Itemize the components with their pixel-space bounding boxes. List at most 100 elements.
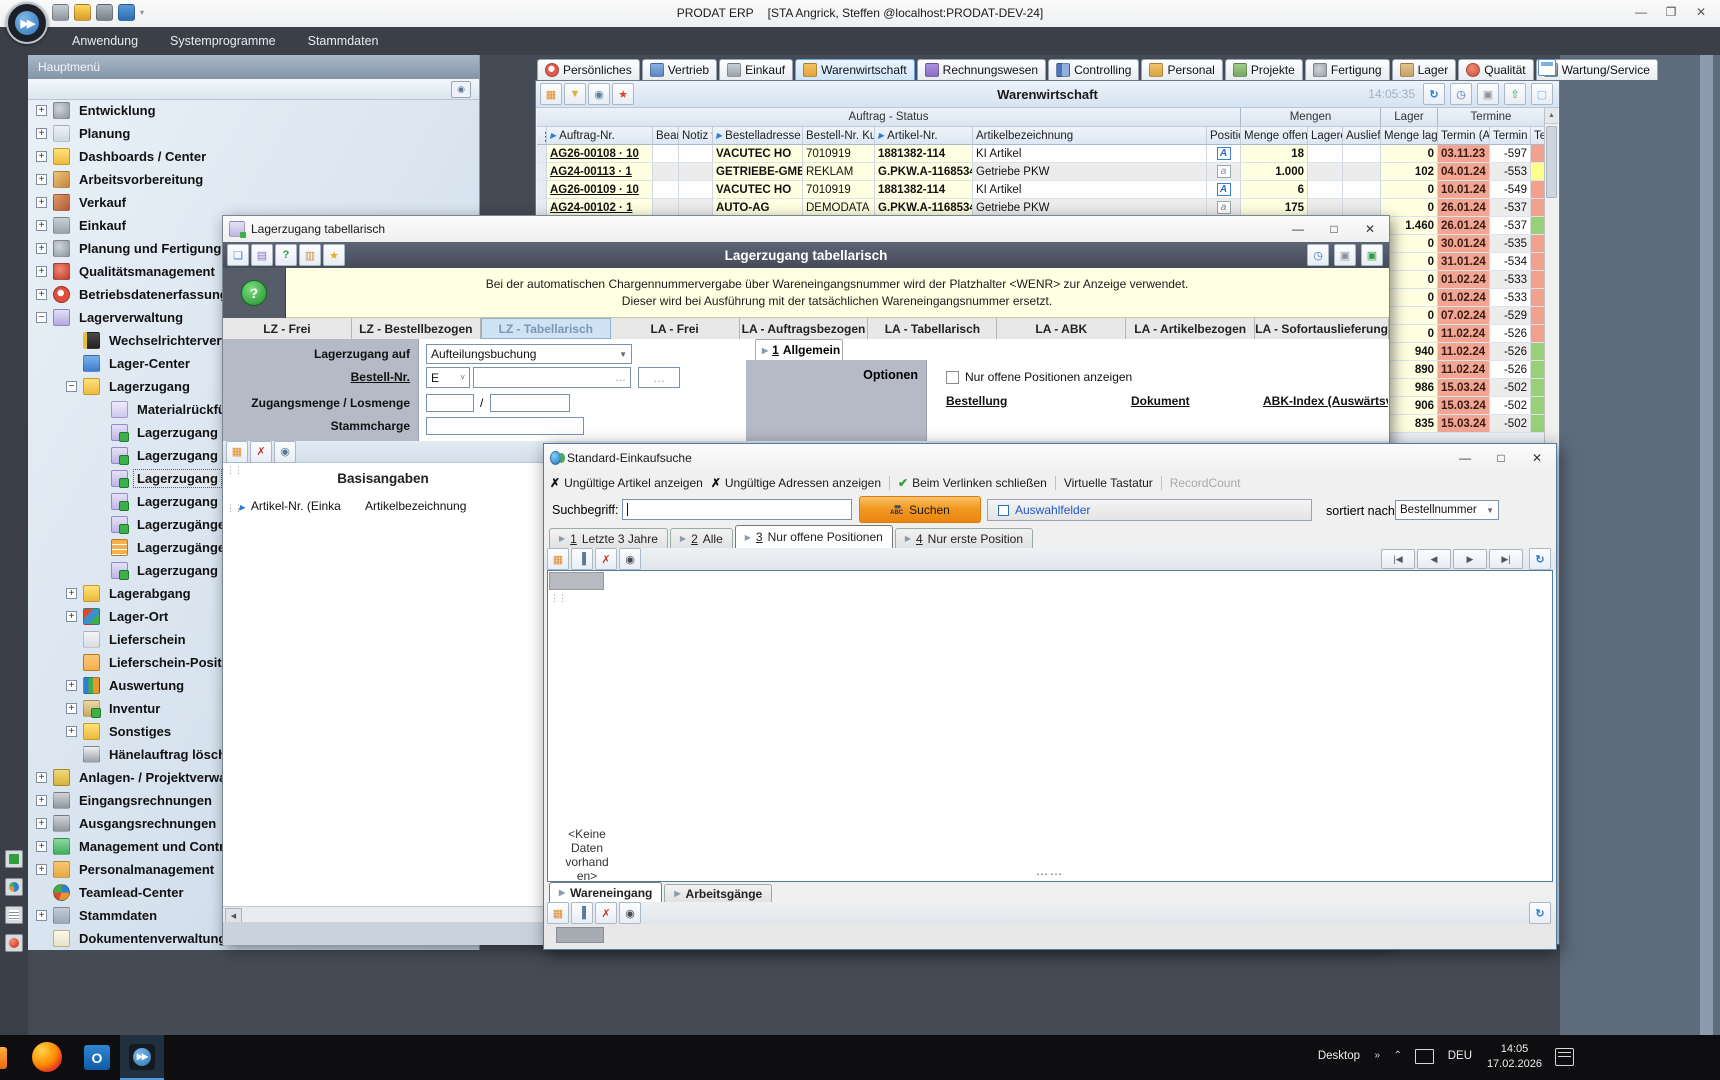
- eye-icon[interactable]: ◉: [274, 441, 296, 463]
- detail-tab[interactable]: ▶ Wareneingang: [549, 882, 662, 902]
- col-auslief[interactable]: Auslief: [1343, 127, 1381, 145]
- cell-bestelladresse[interactable]: VACUTEC HO: [713, 181, 803, 199]
- col-termin[interactable]: Termin: [1490, 127, 1531, 145]
- first-record-button[interactable]: |◀: [1381, 549, 1415, 569]
- module-tab[interactable]: Lager: [1392, 59, 1457, 80]
- window-icon[interactable]: ▢: [1531, 83, 1553, 105]
- tree-expander[interactable]: [66, 680, 77, 691]
- cell-artikel-nr[interactable]: 1881382-114: [875, 181, 973, 199]
- sort-combobox[interactable]: Bestellnummer▼: [1395, 500, 1499, 520]
- col-menge-offen[interactable]: Menge offen: [1241, 127, 1308, 145]
- cell-artikel-nr[interactable]: 1881382-114: [875, 145, 973, 163]
- zugangsmenge-input[interactable]: [426, 394, 474, 412]
- auswahlfelder-button[interactable]: Auswahlfelder: [987, 499, 1312, 521]
- menu-item[interactable]: Systemprogramme: [156, 30, 290, 52]
- tree-expander[interactable]: [36, 174, 47, 185]
- question-icon[interactable]: ?: [241, 280, 267, 306]
- checkbox[interactable]: [946, 371, 959, 384]
- tree-item[interactable]: Entwicklung: [28, 99, 479, 122]
- col-bestelladresse[interactable]: ▶Bestelladresse: [713, 127, 803, 145]
- module-tab[interactable]: Controlling: [1048, 59, 1139, 80]
- grid-icon[interactable]: ▦: [547, 548, 569, 570]
- binoculars-icon[interactable]: ◉: [619, 548, 641, 570]
- grid-icon[interactable]: ▦: [226, 441, 248, 463]
- notification-center-icon[interactable]: [1555, 1048, 1574, 1066]
- booking-mode-tab[interactable]: LA - Artikelbezogen: [1126, 318, 1255, 339]
- next-record-button[interactable]: ▶: [1453, 549, 1487, 569]
- clock-icon[interactable]: ◷: [1450, 83, 1472, 105]
- booking-mode-tab[interactable]: LA - Frei: [611, 318, 740, 339]
- maximize-button[interactable]: ❐: [1656, 0, 1686, 24]
- toggle-close-on-link[interactable]: ✔Beim Verlinken schließen: [898, 476, 1047, 490]
- bestell-nr-input[interactable]: …: [473, 367, 631, 388]
- refresh-icon[interactable]: ↻: [1529, 902, 1551, 924]
- label-bestell-nr[interactable]: Bestell-Nr.: [351, 370, 410, 384]
- scroll-up-icon[interactable]: ▲: [1545, 108, 1558, 124]
- col-artikelbezeichnung[interactable]: Artikelbezeichnung: [973, 127, 1207, 145]
- module-tab[interactable]: Qualität: [1458, 59, 1533, 80]
- position-type-icon[interactable]: [1217, 147, 1231, 160]
- tree-expander[interactable]: [66, 726, 77, 737]
- favorite-star-icon[interactable]: ★: [612, 83, 634, 105]
- booking-mode-tab[interactable]: LZ - Tabellarisch: [481, 318, 611, 339]
- dock-chart-button[interactable]: [5, 878, 23, 896]
- filter-icon[interactable]: ▼: [564, 83, 586, 105]
- clock-tray[interactable]: 14:05 17.02.2026: [1487, 1042, 1542, 1072]
- booking-mode-tab[interactable]: LZ - Bestellbezogen: [352, 318, 481, 339]
- binoculars-icon[interactable]: ◉: [619, 902, 641, 924]
- eye-icon[interactable]: ◉: [588, 83, 610, 105]
- tree-expander[interactable]: [36, 243, 47, 254]
- bestell-nr-lookup[interactable]: …: [638, 367, 680, 388]
- tree-expander[interactable]: [66, 588, 77, 599]
- minimize-button[interactable]: —: [1626, 0, 1656, 24]
- maximize-button[interactable]: □: [1321, 222, 1347, 236]
- dock-record-button[interactable]: [5, 934, 23, 952]
- cell-bestelladresse[interactable]: GETRIEBE-GMBH: [713, 163, 803, 181]
- tree-item[interactable]: Verkauf: [28, 191, 479, 214]
- col-artikel-nr-einkauf[interactable]: ▶ Artikel-Nr. (Einka: [239, 499, 341, 513]
- module-tab[interactable]: Einkauf: [719, 59, 793, 80]
- tab-allgemein[interactable]: ▶ 1Allgemein: [755, 339, 843, 360]
- cell-bestelladresse[interactable]: VACUTEC HO: [713, 145, 803, 163]
- split-column-icon[interactable]: ▐: [571, 902, 593, 924]
- bestell-prefix-combobox[interactable]: E˅: [426, 367, 470, 388]
- tree-expander[interactable]: [36, 864, 47, 875]
- tree-expander[interactable]: [36, 220, 47, 231]
- filter-tab[interactable]: ▶ 1Letzte 3 Jahre: [549, 528, 668, 548]
- tree-expander[interactable]: [66, 703, 77, 714]
- module-tab[interactable]: Persönliches: [537, 59, 640, 80]
- grid-icon[interactable]: ▦: [547, 902, 569, 924]
- copy-icon[interactable]: ▤: [251, 244, 273, 266]
- position-type-icon[interactable]: [1217, 165, 1231, 178]
- booking-mode-tab[interactable]: LZ - Frei: [223, 318, 352, 339]
- filter-remove-icon[interactable]: ✗: [250, 441, 272, 463]
- minimize-button[interactable]: —: [1452, 451, 1478, 465]
- toggle-invalid-articles[interactable]: ✗Ungültige Artikel anzeigen: [550, 476, 703, 490]
- tree-item[interactable]: Arbeitsvorbereitung: [28, 168, 479, 191]
- col-positions[interactable]: Positions: [1207, 127, 1241, 145]
- col-auftrag-nr[interactable]: ▶Auftrag-Nr.: [547, 127, 653, 145]
- col-artikel-nr[interactable]: ▶Artikel-Nr.: [875, 127, 973, 145]
- menu-item[interactable]: Stammdaten: [294, 30, 393, 52]
- refresh-icon[interactable]: ↻: [1423, 83, 1445, 105]
- module-tab[interactable]: Projekte: [1225, 59, 1303, 80]
- tree-item[interactable]: Planung: [28, 122, 479, 145]
- col-bear[interactable]: Bear: [653, 127, 679, 145]
- package-icon[interactable]: ▣: [1477, 83, 1499, 105]
- col-menge-lage[interactable]: Menge lage: [1381, 127, 1438, 145]
- prodat-taskbar-icon[interactable]: ▶▶: [120, 1035, 164, 1080]
- col-artikelbezeichnung[interactable]: Artikelbezeichnung: [365, 499, 466, 513]
- tree-expander[interactable]: [36, 772, 47, 783]
- language-indicator[interactable]: DEU: [1448, 1050, 1472, 1062]
- virtual-keyboard-button[interactable]: Virtuelle Tastatur: [1064, 476, 1153, 490]
- eye-icon[interactable]: ◉: [451, 81, 471, 98]
- cell-artikel-nr[interactable]: G.PKW.A-1168534 /A: [875, 163, 973, 181]
- outlook-icon[interactable]: O: [84, 1045, 110, 1070]
- filter-tab[interactable]: ▶ 3Nur offene Positionen: [735, 525, 893, 548]
- prodat-logo[interactable]: ▶▶: [6, 2, 48, 44]
- desktop-toolbar-label[interactable]: Desktop: [1318, 1050, 1360, 1062]
- buchungsart-combobox[interactable]: Aufteilungsbuchung▼: [426, 344, 632, 364]
- search-input[interactable]: [622, 499, 852, 520]
- refresh-icon[interactable]: ↻: [1529, 548, 1551, 570]
- clock-icon[interactable]: ◷: [1307, 244, 1329, 266]
